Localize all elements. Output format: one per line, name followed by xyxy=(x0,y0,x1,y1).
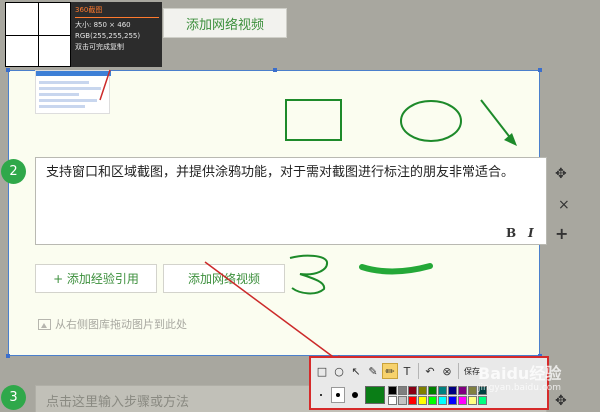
palette-swatch[interactable] xyxy=(458,395,467,405)
drop-hint-text: 从右侧图库拖动图片到此处 xyxy=(55,318,187,331)
add-video-button[interactable]: 添加网络视频 xyxy=(163,264,285,293)
palette-swatch[interactable] xyxy=(448,385,457,395)
palette-swatch[interactable] xyxy=(448,395,457,405)
capture-rgb: RGB(255,255,255) xyxy=(75,32,141,40)
text-tool-icon[interactable]: T xyxy=(399,363,415,379)
image-icon xyxy=(38,318,51,330)
arrow-tool-icon[interactable]: ↖ xyxy=(348,363,364,379)
palette-swatch[interactable] xyxy=(458,385,467,395)
palette-swatch[interactable] xyxy=(478,395,487,405)
palette-swatch[interactable] xyxy=(388,395,397,405)
palette-swatch[interactable] xyxy=(408,385,417,395)
cancel-icon[interactable]: ⊗ xyxy=(439,363,455,379)
palette-swatch[interactable] xyxy=(428,395,437,405)
toolbar-separator xyxy=(418,363,419,379)
palette-swatch[interactable] xyxy=(428,385,437,395)
undo-icon[interactable]: ↶ xyxy=(422,363,438,379)
thumbnail-image xyxy=(35,70,111,114)
palette-swatch[interactable] xyxy=(398,395,407,405)
ellipse-tool-icon[interactable]: ○ xyxy=(331,363,347,379)
pen-size-small[interactable] xyxy=(314,387,328,403)
selection-handle-nw[interactable] xyxy=(6,68,10,72)
italic-button[interactable]: I xyxy=(528,226,534,240)
capture-info-panel: 360截图 大小: 850 × 460 RGB(255,255,255) 双击可… xyxy=(5,2,162,67)
brush-tool-icon[interactable]: ✎ xyxy=(365,363,381,379)
capture-hint: 双击可完成复制 xyxy=(75,43,124,51)
selection-handle-n[interactable] xyxy=(273,68,277,72)
add-icon[interactable]: + xyxy=(555,224,568,243)
bold-button[interactable]: B xyxy=(506,226,516,240)
rectangle-tool-icon[interactable]: □ xyxy=(314,363,330,379)
palette-swatch[interactable] xyxy=(398,385,407,395)
magnifier-grid xyxy=(5,2,71,67)
capture-size: 大小: 850 × 460 xyxy=(75,21,131,29)
palette-swatch[interactable] xyxy=(418,385,427,395)
color-row xyxy=(314,383,487,407)
palette-swatch[interactable] xyxy=(438,385,447,395)
add-video-button-top[interactable]: 添加网络视频 xyxy=(163,8,287,38)
current-color-swatch[interactable] xyxy=(365,386,385,404)
palette-swatch[interactable] xyxy=(468,395,477,405)
palette-swatch[interactable] xyxy=(388,385,397,395)
step2-text[interactable]: 支持窗口和区域截图，并提供涂鸦功能，对于需对截图进行标注的朋友非常适合。 xyxy=(46,163,536,183)
delete-icon[interactable]: × xyxy=(558,197,570,213)
pen-size-large[interactable] xyxy=(348,387,362,403)
selection-handle-ne[interactable] xyxy=(538,68,542,72)
step-number-3: 3 xyxy=(1,385,26,410)
watermark: Baidu经验 jingyan.baidu.com xyxy=(478,360,561,393)
palette-swatch[interactable] xyxy=(438,395,447,405)
color-palette xyxy=(388,385,487,405)
drop-image-hint: 从右侧图库拖动图片到此处 xyxy=(38,316,187,332)
palette-swatch[interactable] xyxy=(468,385,477,395)
move-icon[interactable]: ✥ xyxy=(555,166,567,182)
pencil-tool-icon[interactable]: ✏ xyxy=(382,363,398,379)
move-icon-step3[interactable]: ✥ xyxy=(555,393,567,409)
palette-swatch[interactable] xyxy=(418,395,427,405)
pen-size-medium[interactable] xyxy=(331,387,345,403)
palette-swatch[interactable] xyxy=(408,395,417,405)
step2-editor[interactable]: 支持窗口和区域截图，并提供涂鸦功能，对于需对截图进行标注的朋友非常适合。 B I xyxy=(35,157,547,245)
tool-row: □ ○ ↖ ✎ ✏ T ↶ ⊗ 保存 xyxy=(314,361,480,381)
watermark-sub: jingyan.baidu.com xyxy=(478,383,562,393)
capture-info-title: 360截图 xyxy=(75,5,159,18)
add-reference-button[interactable]: + 添加经验引用 xyxy=(35,264,157,293)
step-number-2: 2 xyxy=(1,159,26,184)
watermark-main: Baidu经验 xyxy=(478,364,562,383)
selection-handle-sw[interactable] xyxy=(6,354,10,358)
toolbar-separator xyxy=(458,363,459,379)
